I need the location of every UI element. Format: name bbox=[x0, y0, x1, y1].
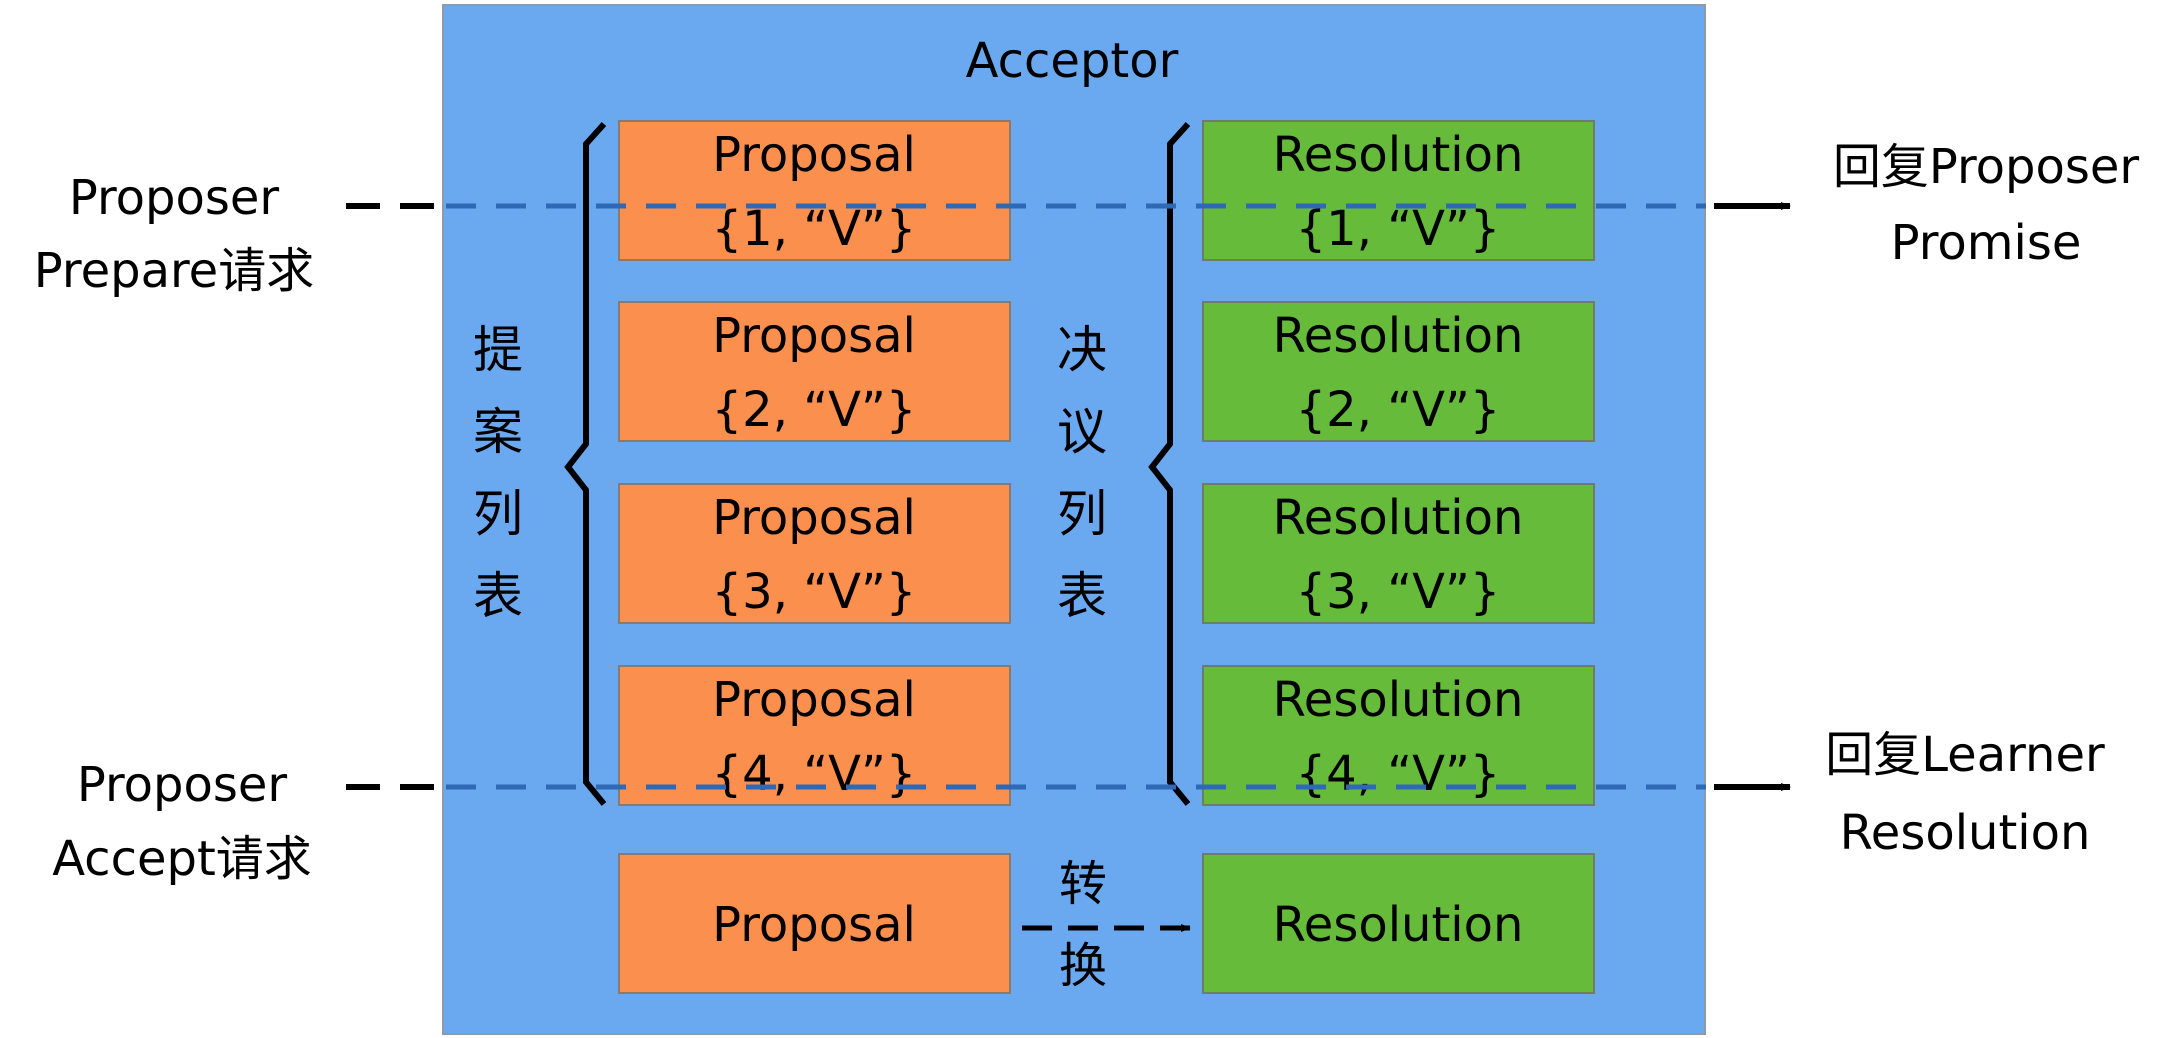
svg-text:议: 议 bbox=[1057, 403, 1107, 461]
proposal-title: Proposal bbox=[712, 127, 916, 183]
proposal-list: Proposal {1, “V”} Proposal {2, “V”} Prop… bbox=[618, 120, 1011, 806]
resolution-item-1: Resolution {1, “V”} bbox=[1202, 120, 1595, 261]
conversion-label-char-2: 换 bbox=[1059, 938, 1107, 994]
conversion-label-char-1: 转 bbox=[1059, 856, 1107, 912]
prepare-label-line2: Prepare请求 bbox=[34, 243, 314, 299]
svg-text:表: 表 bbox=[1057, 567, 1107, 625]
proposal-value: {3, “V”} bbox=[712, 564, 917, 620]
proposal-value: {2, “V”} bbox=[712, 382, 917, 438]
resolution-value: {3, “V”} bbox=[1296, 564, 1501, 620]
promise-label-line2: Promise bbox=[1891, 215, 2082, 271]
resolution-item-4: Resolution {4, “V”} bbox=[1202, 665, 1595, 806]
acceptor-diagram: Acceptor Proposal {1, “V”} Proposal {2, … bbox=[34, 33, 2140, 994]
proposal-item-3: Proposal {3, “V”} bbox=[618, 483, 1011, 624]
acceptor-title: Acceptor bbox=[966, 33, 1179, 89]
svg-text:列: 列 bbox=[473, 485, 523, 543]
resolution-list: Resolution {1, “V”} Resolution {2, “V”} … bbox=[1202, 120, 1595, 806]
svg-text:列: 列 bbox=[1057, 485, 1107, 543]
resolution-title: Resolution bbox=[1273, 490, 1524, 546]
proposal-list-label: 提 案 列 表 bbox=[473, 321, 523, 625]
resolution-value: {1, “V”} bbox=[1296, 201, 1501, 257]
resolution-value: {4, “V”} bbox=[1296, 746, 1501, 802]
proposal-value: {1, “V”} bbox=[712, 201, 917, 257]
prepare-label-line1: Proposer bbox=[69, 170, 280, 226]
resolution-value: {2, “V”} bbox=[1296, 382, 1501, 438]
resolution-title: Resolution bbox=[1273, 127, 1524, 183]
resolution-list-brace bbox=[1148, 121, 1191, 806]
conversion-proposal-label: Proposal bbox=[712, 897, 916, 953]
proposal-title: Proposal bbox=[712, 308, 916, 364]
resolution-item-3: Resolution {3, “V”} bbox=[1202, 483, 1595, 624]
proposal-list-brace bbox=[564, 121, 607, 806]
resolution-label-line1: 回复Learner bbox=[1825, 727, 2105, 783]
proposal-value: {4, “V”} bbox=[712, 746, 917, 802]
proposal-item-4: Proposal {4, “V”} bbox=[618, 665, 1011, 806]
resolution-label-line2: Resolution bbox=[1840, 805, 2091, 861]
svg-text:决: 决 bbox=[1057, 321, 1107, 379]
conversion-resolution-label: Resolution bbox=[1273, 897, 1524, 953]
promise-label-line1: 回复Proposer bbox=[1833, 139, 2140, 195]
svg-text:表: 表 bbox=[473, 567, 523, 625]
svg-text:案: 案 bbox=[473, 403, 523, 461]
proposal-title: Proposal bbox=[712, 672, 916, 728]
resolution-list-label: 决 议 列 表 bbox=[1057, 321, 1107, 625]
svg-text:提: 提 bbox=[473, 321, 523, 379]
resolution-title: Resolution bbox=[1273, 308, 1524, 364]
proposal-item-1: Proposal {1, “V”} bbox=[618, 120, 1011, 261]
accept-label-line2: Accept请求 bbox=[52, 831, 312, 887]
resolution-item-2: Resolution {2, “V”} bbox=[1202, 301, 1595, 442]
resolution-title: Resolution bbox=[1273, 672, 1524, 728]
proposal-item-2: Proposal {2, “V”} bbox=[618, 301, 1011, 442]
conversion-row: Proposal Resolution 转 换 bbox=[618, 853, 1595, 994]
accept-label-line1: Proposer bbox=[77, 757, 288, 813]
proposal-title: Proposal bbox=[712, 490, 916, 546]
